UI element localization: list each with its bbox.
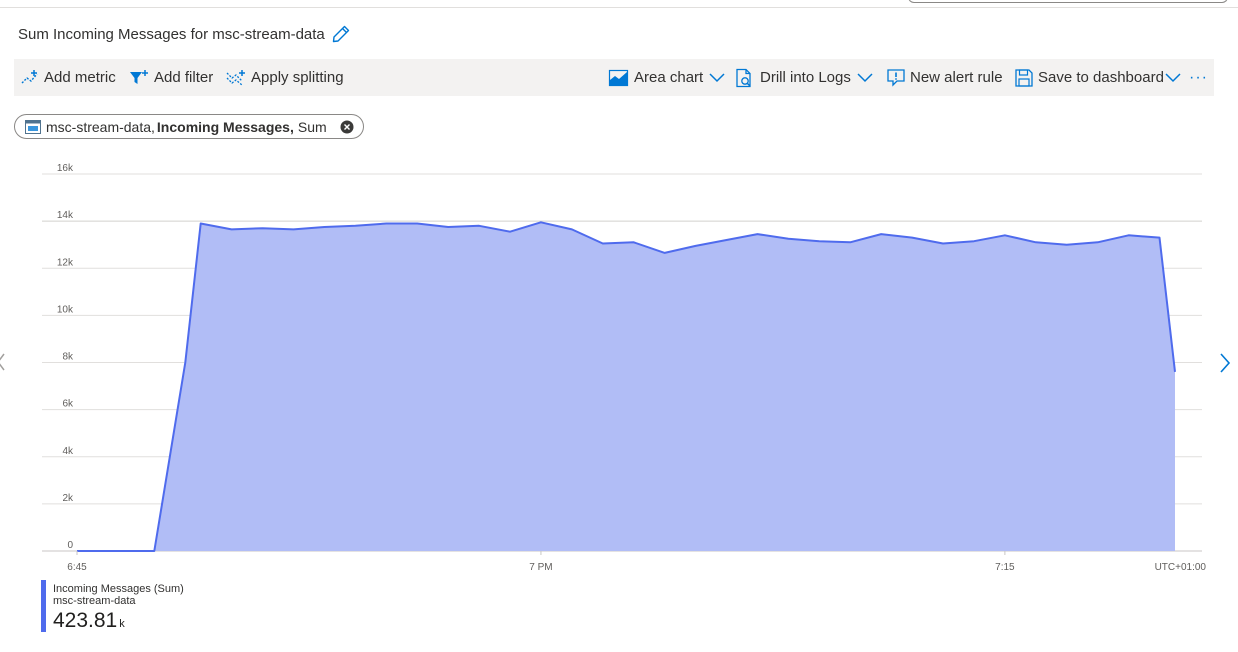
pill-metric: Incoming Messages, (156, 118, 294, 135)
close-icon[interactable] (340, 120, 354, 134)
x-tick-label: 7:15 (995, 562, 1015, 573)
y-tick-label: 12k (57, 257, 74, 268)
chevron-down-icon (1165, 72, 1181, 82)
add-filter-label: Add filter (154, 69, 214, 86)
y-tick-label: 6k (62, 399, 74, 410)
add-metric-icon (21, 69, 38, 83)
legend-value-unit: k (119, 618, 125, 630)
new-alert-rule-label: New alert rule (910, 69, 1003, 86)
y-tick-label: 2k (62, 493, 74, 504)
header-divider (0, 7, 1238, 8)
chart-title: Sum Incoming Messages for msc-stream-dat… (18, 25, 325, 43)
x-tick-label: 6:45 (67, 562, 87, 573)
y-tick-label: 10k (57, 304, 74, 315)
legend-color-swatch (41, 580, 46, 632)
legend-total-value: 423.81 k (53, 609, 125, 633)
y-tick-label: 16k (57, 163, 74, 174)
apply-splitting-button[interactable]: Apply splitting (225, 59, 344, 96)
apply-splitting-label: Apply splitting (251, 69, 344, 86)
metric-pill[interactable]: msc-stream-data, Incoming Messages, Sum (14, 114, 364, 139)
save-to-dashboard-label: Save to dashboard (1038, 69, 1164, 86)
top-search-box[interactable] (908, 0, 1228, 3)
add-metric-button[interactable]: Add metric (20, 59, 116, 96)
x-tick-label: 7 PM (529, 562, 552, 573)
drill-into-logs-label: Drill into Logs (760, 69, 851, 86)
pill-resource: msc-stream-data, (46, 118, 155, 135)
save-to-dashboard-dropdown[interactable]: Save to dashboard (1014, 59, 1181, 96)
series-area-fill (77, 222, 1175, 552)
drill-into-logs-dropdown[interactable]: Drill into Logs (734, 59, 873, 96)
chevron-down-icon (709, 72, 725, 82)
more-options-button[interactable]: ··· (1189, 59, 1208, 96)
chart-toolbar: Add metric Add filter Apply splitting Ar… (14, 59, 1214, 96)
alert-icon (887, 68, 905, 87)
chevron-down-icon (857, 72, 873, 82)
legend-value-number: 423.81 (53, 609, 118, 632)
y-tick-label: 8k (62, 352, 74, 363)
logs-icon (736, 68, 751, 87)
filter-icon (130, 69, 148, 84)
add-metric-label: Add metric (44, 69, 116, 86)
save-icon (1015, 68, 1033, 87)
chart-series (77, 221, 1176, 552)
edit-pencil-icon[interactable] (331, 24, 351, 44)
x-axis-tick-labels: 6:45 7 PM 7:15 UTC+01:00 (67, 551, 1206, 573)
splitting-icon (226, 69, 245, 85)
legend-resource-name: msc-stream-data (53, 595, 136, 607)
legend-series-name: Incoming Messages (Sum) (53, 583, 184, 595)
area-chart: 0 2k 4k 6k 8k 10k 12k 14k 16k 6:45 7 PM 7:15 UTC+01… (42, 163, 1206, 573)
add-filter-button[interactable]: Add filter (128, 59, 213, 96)
chart-type-label: Area chart (634, 69, 704, 86)
pill-aggregation: Sum (297, 118, 327, 135)
area-chart-icon (608, 69, 629, 86)
title-row: Sum Incoming Messages for msc-stream-dat… (18, 22, 351, 46)
event-hub-icon (25, 119, 41, 134)
y-tick-label: 4k (62, 446, 74, 457)
y-tick-label: 14k (57, 210, 74, 221)
chart-type-dropdown[interactable]: Area chart (608, 59, 725, 96)
timezone-label: UTC+01:00 (1155, 562, 1207, 573)
new-alert-rule-button[interactable]: New alert rule (886, 59, 1003, 96)
y-tick-label: 0 (67, 540, 73, 551)
